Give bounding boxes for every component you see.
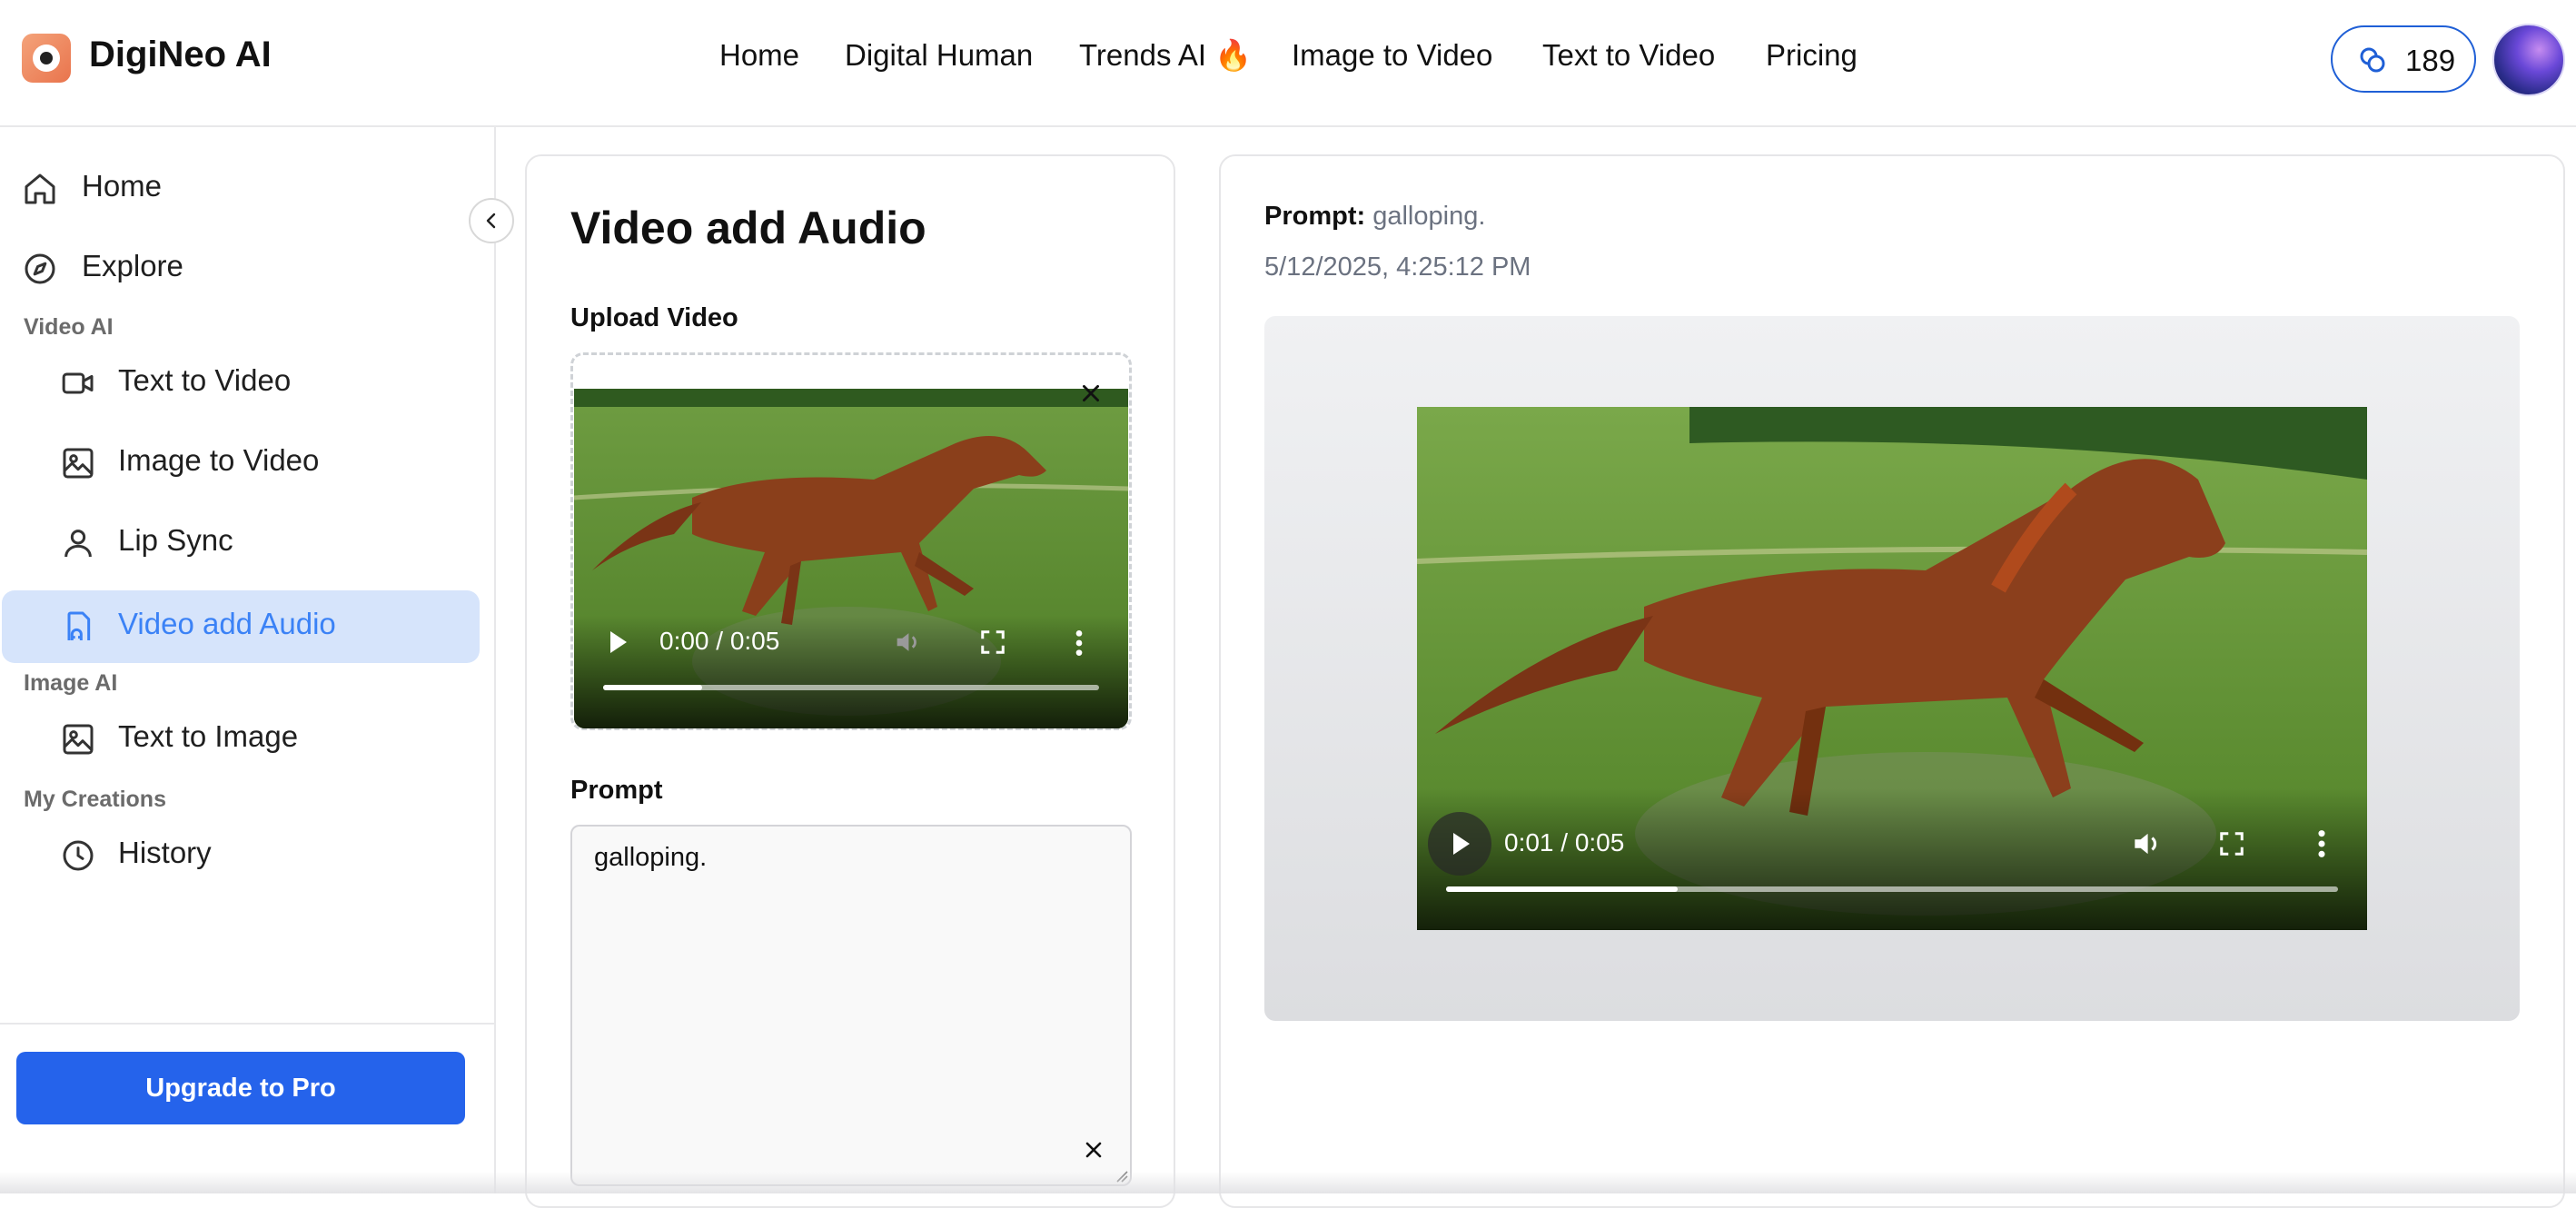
sidebar-item-text-to-image[interactable]: Text to Image bbox=[0, 703, 481, 776]
coins-icon bbox=[2360, 47, 2385, 73]
sidebar-item-label: Image to Video bbox=[118, 443, 320, 477]
sidebar-item-explore[interactable]: Explore bbox=[0, 233, 481, 305]
play-icon bbox=[1453, 833, 1470, 855]
video-time: 0:00 / 0:05 bbox=[659, 627, 780, 655]
section-my-creations: My Creations bbox=[24, 787, 166, 812]
section-image-ai: Image AI bbox=[24, 670, 118, 696]
more-options-icon[interactable] bbox=[2314, 828, 2329, 859]
section-video-ai: Video AI bbox=[24, 314, 114, 340]
brand-name[interactable]: DigiNeo AI bbox=[89, 35, 272, 75]
compass-icon bbox=[25, 253, 55, 284]
nav-home[interactable]: Home bbox=[719, 38, 799, 84]
sidebar-item-label: History bbox=[118, 836, 212, 869]
clock-icon bbox=[63, 840, 94, 871]
video-controls-overlay bbox=[1417, 788, 2367, 930]
volume-icon[interactable] bbox=[2129, 827, 2164, 861]
video-progress-fill bbox=[1446, 886, 1679, 892]
nav-trends-ai[interactable]: Trends AI 🔥 bbox=[1079, 38, 1252, 84]
fullscreen-icon[interactable] bbox=[979, 629, 1006, 656]
sidebar-item-label: Home bbox=[82, 169, 163, 203]
sidebar-divider bbox=[0, 1023, 494, 1025]
image-icon bbox=[63, 448, 94, 479]
sidebar-item-text-to-video[interactable]: Text to Video bbox=[0, 347, 481, 420]
sidebar-item-image-to-video[interactable]: Image to Video bbox=[0, 427, 481, 500]
prompt-textarea[interactable] bbox=[570, 825, 1132, 1186]
user-icon bbox=[64, 530, 92, 558]
result-prompt-value: galloping. bbox=[1372, 202, 1486, 231]
video-progress-fill bbox=[603, 685, 703, 690]
page-title: Video add Audio bbox=[570, 203, 926, 253]
more-options-icon[interactable] bbox=[1072, 629, 1086, 658]
sidebar-item-history[interactable]: History bbox=[0, 819, 481, 892]
nav-image-to-video[interactable]: Image to Video bbox=[1292, 38, 1492, 84]
credits-count: 189 bbox=[2405, 44, 2456, 77]
prompt-value: galloping. bbox=[594, 843, 708, 872]
result-video-player[interactable]: 0:01 / 0:05 bbox=[1417, 407, 2367, 930]
upload-label: Upload Video bbox=[570, 303, 738, 332]
sidebar-item-lip-sync[interactable]: Lip Sync bbox=[0, 507, 481, 579]
sidebar-item-label: Video add Audio bbox=[118, 607, 336, 640]
credits-badge[interactable]: 189 bbox=[2331, 25, 2476, 93]
video-camera-icon bbox=[62, 372, 94, 394]
volume-icon[interactable] bbox=[892, 627, 923, 658]
remove-video-icon[interactable] bbox=[1079, 381, 1103, 405]
result-timestamp: 5/12/2025, 4:25:12 PM bbox=[1264, 252, 1531, 282]
video-controls-overlay bbox=[574, 616, 1128, 728]
prompt-label: Prompt bbox=[570, 776, 663, 805]
clear-prompt-icon[interactable] bbox=[1083, 1139, 1105, 1161]
uploaded-video-player[interactable]: 0:00 / 0:05 bbox=[574, 389, 1128, 728]
video-progress-track[interactable] bbox=[1446, 886, 2338, 892]
video-progress-track[interactable] bbox=[603, 685, 1099, 690]
image-icon bbox=[63, 724, 94, 755]
sidebar-item-video-add-audio[interactable]: Video add Audio bbox=[2, 590, 480, 663]
sidebar-item-home[interactable]: Home bbox=[0, 153, 481, 225]
chevron-left-icon bbox=[486, 213, 496, 229]
fullscreen-icon[interactable] bbox=[2218, 830, 2245, 857]
sidebar-item-label: Lip Sync bbox=[118, 523, 233, 557]
nav-digital-human[interactable]: Digital Human bbox=[845, 38, 1033, 84]
sidebar: Home Explore Video AI Text to Video Imag… bbox=[0, 127, 496, 1193]
nav-text-to-video[interactable]: Text to Video bbox=[1542, 38, 1715, 84]
result-prompt-key: Prompt: bbox=[1264, 202, 1366, 231]
sidebar-item-label: Explore bbox=[82, 249, 183, 282]
play-icon[interactable] bbox=[607, 629, 630, 656]
bottom-shadow bbox=[0, 1172, 2576, 1193]
brand-logo-icon[interactable] bbox=[22, 34, 71, 83]
nav-pricing[interactable]: Pricing bbox=[1766, 38, 1858, 84]
play-button[interactable] bbox=[1428, 812, 1491, 876]
upgrade-button[interactable]: Upgrade to Pro bbox=[16, 1052, 465, 1124]
home-icon bbox=[25, 173, 55, 204]
sidebar-item-label: Text to Video bbox=[118, 363, 292, 397]
avatar[interactable] bbox=[2492, 24, 2565, 96]
result-prompt: Prompt: galloping. bbox=[1264, 202, 1485, 232]
sidebar-item-label: Text to Image bbox=[118, 719, 299, 753]
top-header: DigiNeo AI Home Digital Human Trends AI … bbox=[0, 0, 2576, 127]
audio-file-icon bbox=[67, 611, 91, 640]
video-time: 0:01 / 0:05 bbox=[1504, 828, 1625, 856]
collapse-sidebar-button[interactable] bbox=[469, 198, 514, 243]
